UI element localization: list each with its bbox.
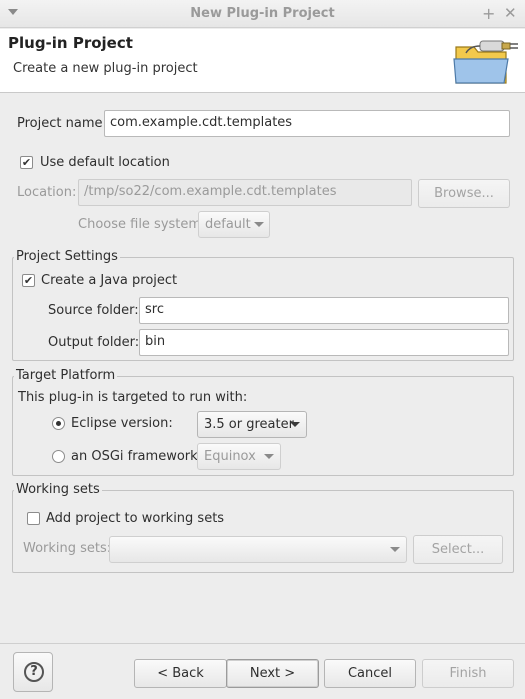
create-java-project-checkbox[interactable]: ✔ — [22, 274, 35, 287]
eclipse-version-select[interactable]: 3.5 or greater — [197, 411, 307, 438]
help-icon: ? — [24, 662, 44, 682]
osgi-framework-radio[interactable] — [52, 450, 65, 463]
cancel-button[interactable]: Cancel — [324, 659, 416, 688]
location-label: Location: — [17, 185, 77, 200]
osgi-framework-value: Equinox — [204, 449, 256, 464]
chevron-down-icon — [264, 454, 274, 459]
browse-button[interactable]: Browse... — [418, 179, 510, 208]
osgi-framework-select[interactable]: Equinox — [197, 443, 281, 470]
title-bar: New Plug-in Project + ✕ — [0, 0, 525, 28]
chevron-down-icon — [254, 222, 264, 227]
output-folder-label: Output folder: — [48, 335, 140, 350]
chevron-down-icon — [290, 422, 300, 427]
next-button[interactable]: Next > — [226, 659, 319, 688]
project-settings-title: Project Settings — [14, 249, 120, 264]
output-folder-input[interactable]: bin — [139, 329, 509, 356]
eclipse-version-radio[interactable] — [52, 417, 65, 430]
location-input[interactable]: /tmp/so22/com.example.cdt.templates — [78, 179, 412, 206]
window-title: New Plug-in Project — [190, 6, 335, 21]
close-icon[interactable]: ✕ — [504, 4, 517, 22]
osgi-framework-label: an OSGi framework: — [71, 449, 203, 464]
filesystem-select[interactable]: default — [198, 211, 270, 238]
add-to-working-sets-checkbox[interactable] — [27, 512, 40, 525]
page-title: Plug-in Project — [8, 34, 133, 52]
eclipse-version-label: Eclipse version: — [71, 416, 173, 431]
select-working-sets-button[interactable]: Select... — [413, 535, 503, 564]
working-sets-label: Working sets: — [23, 541, 112, 556]
target-platform-title: Target Platform — [14, 368, 118, 383]
plugin-folder-icon — [453, 40, 518, 84]
eclipse-version-value: 3.5 or greater — [204, 417, 294, 432]
header-banner: Plug-in Project Create a new plug-in pro… — [0, 29, 525, 93]
finish-button[interactable]: Finish — [422, 659, 514, 688]
add-to-working-sets-label: Add project to working sets — [46, 511, 225, 526]
chevron-down-icon — [390, 547, 400, 552]
back-button[interactable]: < Back — [134, 659, 227, 688]
footer-separator — [0, 643, 525, 644]
filesystem-value: default — [205, 217, 251, 232]
maximize-icon[interactable]: + — [482, 4, 495, 23]
project-name-label: Project name: — [17, 116, 107, 131]
project-name-input[interactable]: com.example.cdt.templates — [104, 110, 510, 137]
working-sets-title: Working sets — [14, 482, 102, 497]
use-default-location-checkbox[interactable]: ✔ — [20, 156, 33, 169]
help-button[interactable]: ? — [13, 652, 53, 692]
filesystem-label: Choose file system: — [78, 217, 206, 232]
source-folder-label: Source folder: — [48, 303, 139, 318]
create-java-project-label: Create a Java project — [41, 273, 178, 288]
page-description: Create a new plug-in project — [13, 61, 198, 76]
target-platform-description: This plug-in is targeted to run with: — [18, 390, 248, 405]
use-default-location-label: Use default location — [40, 155, 170, 170]
source-folder-input[interactable]: src — [139, 297, 509, 324]
working-sets-select[interactable] — [109, 536, 407, 563]
